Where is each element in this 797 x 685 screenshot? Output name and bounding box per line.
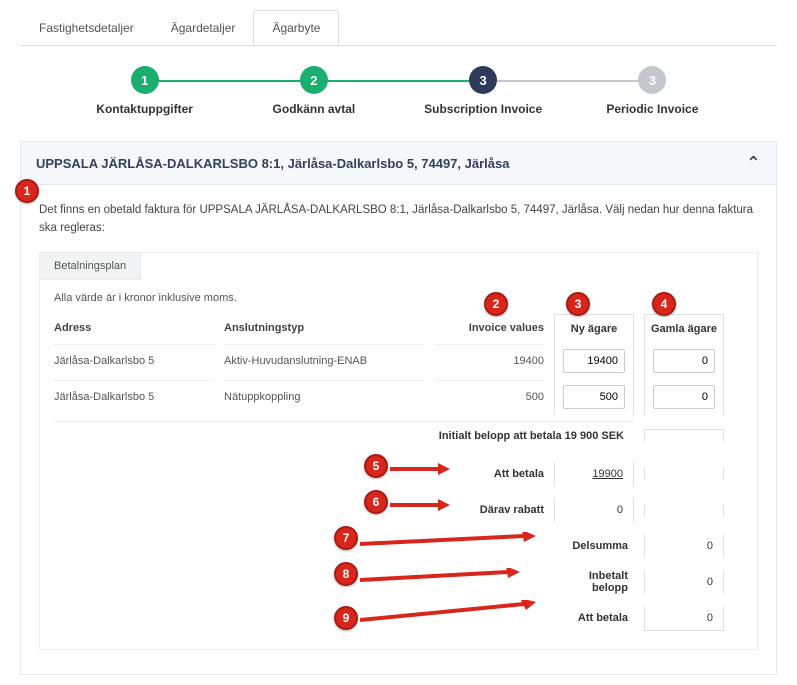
- att-betala2-value: 0: [644, 606, 724, 631]
- cell-address: Järlåsa-Dalkarlsbo 5: [54, 380, 214, 413]
- inbetalt-value: 0: [644, 570, 724, 594]
- step-1[interactable]: 1 Kontaktuppgifter: [60, 66, 229, 116]
- annotation-badge-8: 8: [334, 562, 358, 586]
- annotation-badge-9: 9: [334, 606, 358, 630]
- att-betala-value[interactable]: 19900: [554, 462, 634, 486]
- tab-agarbyte[interactable]: Ägarbyte: [253, 10, 339, 45]
- input-old-owner-row1[interactable]: [653, 349, 715, 373]
- input-new-owner-row2[interactable]: [563, 385, 625, 409]
- property-panel: 1 Det finns en obetald faktura för UPPSA…: [20, 185, 777, 675]
- intro-text: Det finns en obetald faktura för UPPSALA…: [39, 201, 758, 238]
- payment-plan-panel: Betalningsplan Alla värde är i kronor in…: [39, 252, 758, 650]
- input-old-owner-row2[interactable]: [653, 385, 715, 409]
- annotation-badge-5: 5: [364, 454, 388, 478]
- currency-note: Alla värde är i kronor inklusive moms.: [54, 292, 743, 304]
- col-conn: Anslutningstyp: [224, 314, 424, 342]
- cell-invoice: 19400: [434, 344, 544, 377]
- annotation-badge-3: 3: [566, 292, 590, 316]
- property-title: UPPSALA JÄRLÅSA-DALKARLSBO 8:1, Järlåsa-…: [36, 156, 509, 171]
- darav-rabatt-label: Därav rabatt: [434, 504, 544, 516]
- tab-fastighetsdetaljer[interactable]: Fastighetsdetaljer: [20, 10, 153, 45]
- att-betala2-label: Att betala: [554, 612, 634, 624]
- step-1-circle: 1: [131, 66, 159, 94]
- col-new-owner: Ny ägare: [554, 314, 634, 343]
- delsumma-label: Delsumma: [554, 540, 634, 552]
- annotation-badge-1: 1: [15, 179, 39, 203]
- cell-conn: Aktiv-Huvudanslutning-ENAB: [224, 344, 424, 377]
- cell-invoice: 500: [434, 380, 544, 413]
- step-2[interactable]: 2 Godkänn avtal: [229, 66, 398, 116]
- tab-betalningsplan[interactable]: Betalningsplan: [40, 253, 141, 280]
- cell-address: Järlåsa-Dalkarlsbo 5: [54, 344, 214, 377]
- annotation-badge-6: 6: [364, 490, 388, 514]
- step-4[interactable]: 3 Periodic Invoice: [568, 66, 737, 116]
- wizard-stepper: 1 Kontaktuppgifter 2 Godkänn avtal 3 Sub…: [20, 46, 777, 131]
- step-3-label: Subscription Invoice: [399, 102, 568, 116]
- input-new-owner-row1[interactable]: [563, 349, 625, 373]
- step-4-circle: 3: [638, 66, 666, 94]
- table-row: Järlåsa-Dalkarlsbo 5 Nätuppkoppling 500: [54, 379, 743, 415]
- step-2-circle: 2: [300, 66, 328, 94]
- initial-amount-label: Initialt belopp att betala 19 900 SEK: [54, 421, 634, 450]
- delsumma-value: 0: [644, 534, 724, 558]
- tab-agardetaljer[interactable]: Ägardetaljer: [152, 10, 255, 45]
- annotation-badge-7: 7: [334, 526, 358, 550]
- step-2-label: Godkänn avtal: [229, 102, 398, 116]
- annotation-badge-2: 2: [484, 292, 508, 316]
- cell-conn: Nätuppkoppling: [224, 380, 424, 413]
- col-old-owner: Gamla ägare: [644, 314, 724, 343]
- col-invoice: Invoice values: [434, 314, 544, 342]
- step-3[interactable]: 3 Subscription Invoice: [399, 66, 568, 116]
- col-address: Adress: [54, 314, 214, 342]
- att-betala-label: Att betala: [434, 468, 544, 480]
- invoice-table-header: Adress Anslutningstyp Invoice values Ny …: [54, 314, 743, 343]
- property-accordion-header[interactable]: UPPSALA JÄRLÅSA-DALKARLSBO 8:1, Järlåsa-…: [20, 141, 777, 185]
- step-3-circle: 3: [469, 66, 497, 94]
- top-tabs: Fastighetsdetaljer Ägardetaljer Ägarbyte: [20, 10, 777, 46]
- annotation-badge-4: 4: [652, 292, 676, 316]
- step-4-label: Periodic Invoice: [568, 102, 737, 116]
- table-row: Järlåsa-Dalkarlsbo 5 Aktiv-Huvudanslutni…: [54, 343, 743, 379]
- chevron-up-icon: ⌃: [746, 154, 761, 172]
- step-1-label: Kontaktuppgifter: [60, 102, 229, 116]
- inbetalt-label: Inbetalt belopp: [554, 570, 634, 594]
- darav-rabatt-value: 0: [554, 498, 634, 522]
